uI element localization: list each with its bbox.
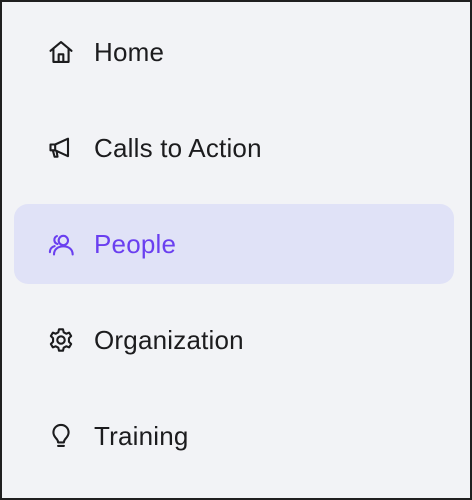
gear-icon	[46, 325, 76, 355]
sidebar-item-home[interactable]: Home	[14, 12, 454, 92]
sidebar-item-label: Training	[94, 420, 189, 451]
sidebar-item-calls-to-action[interactable]: Calls to Action	[14, 108, 454, 188]
sidebar-item-people[interactable]: People	[14, 204, 454, 284]
megaphone-icon	[46, 133, 76, 163]
sidebar-nav: Home Calls to Action People Organization…	[0, 0, 472, 500]
lightbulb-icon	[46, 421, 76, 451]
sidebar-item-training[interactable]: Training	[14, 396, 454, 476]
sidebar-item-label: Organization	[94, 324, 244, 355]
sidebar-item-organization[interactable]: Organization	[14, 300, 454, 380]
people-icon	[46, 229, 76, 259]
sidebar-item-label: Home	[94, 36, 165, 67]
sidebar-item-label: People	[94, 228, 177, 259]
sidebar-item-label: Calls to Action	[94, 132, 262, 163]
home-icon	[46, 37, 76, 67]
